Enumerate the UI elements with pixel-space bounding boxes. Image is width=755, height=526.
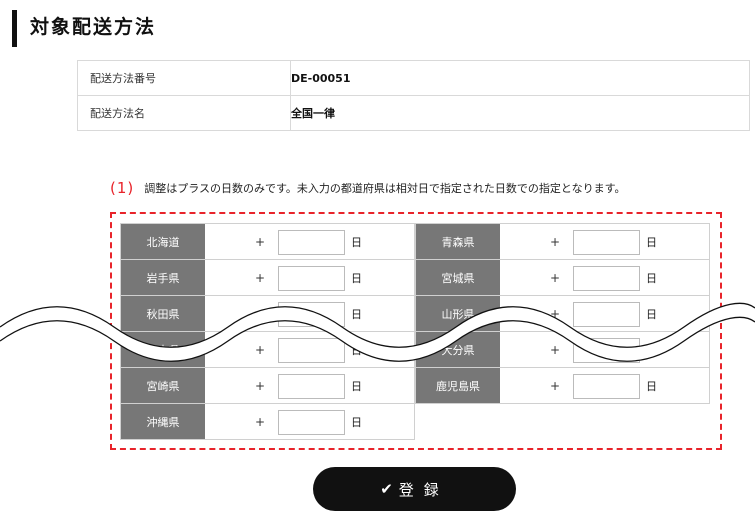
prefecture-name: 宮崎県 <box>121 368 205 403</box>
prefecture-row: 鹿児島県 + 日 <box>415 367 710 404</box>
table-row: 配送方法番号 DE-00051 <box>77 60 750 96</box>
prefecture-row: 宮崎県 + 日 <box>120 367 415 404</box>
plus-sign: + <box>550 234 561 249</box>
plus-sign: + <box>255 234 266 249</box>
days-input[interactable] <box>573 266 640 291</box>
delivery-method-name-label: 配送方法名 <box>77 95 291 131</box>
days-unit-label: 日 <box>646 235 657 249</box>
plus-sign: + <box>255 270 266 285</box>
plus-sign: + <box>550 378 561 393</box>
days-unit-label: 日 <box>351 415 362 429</box>
days-input[interactable] <box>278 266 345 291</box>
note-number: (1) <box>110 179 135 197</box>
prefecture-name: 岩手県 <box>121 260 205 295</box>
register-button[interactable]: ✔ 登録 <box>313 467 516 511</box>
note-text: 調整はプラスの日数のみです。未入力の都道府県は相対日で指定された日数での指定とな… <box>144 182 626 195</box>
prefecture-row: 岩手県 + 日 <box>120 259 415 296</box>
days-input[interactable] <box>573 374 640 399</box>
days-unit-label: 日 <box>646 271 657 285</box>
days-unit-label: 日 <box>646 379 657 393</box>
days-input[interactable] <box>278 410 345 435</box>
prefecture-name: 青森県 <box>416 224 500 259</box>
plus-sign: + <box>255 378 266 393</box>
prefecture-name: 宮城県 <box>416 260 500 295</box>
days-input[interactable] <box>278 230 345 255</box>
prefecture-row: 北海道 + 日 <box>120 223 415 260</box>
register-button-label: 登録 <box>398 480 449 499</box>
days-input[interactable] <box>278 374 345 399</box>
delivery-method-number-value: DE-00051 <box>290 60 750 96</box>
days-unit-label: 日 <box>351 271 362 285</box>
table-row: 配送方法名 全国一律 <box>77 95 750 131</box>
prefecture-name: 沖縄県 <box>121 404 205 439</box>
days-unit-label: 日 <box>351 379 362 393</box>
days-unit-label: 日 <box>351 235 362 249</box>
days-input[interactable] <box>573 230 640 255</box>
prefecture-row: 沖縄県 + 日 <box>120 403 415 440</box>
prefecture-name: 鹿児島県 <box>416 368 500 403</box>
prefecture-row: 青森県 + 日 <box>415 223 710 260</box>
prefecture-name: 北海道 <box>121 224 205 259</box>
delivery-method-number-label: 配送方法番号 <box>77 60 291 96</box>
title-accent-bar <box>12 10 17 47</box>
check-icon: ✔ <box>380 480 393 498</box>
page-title: 対象配送方法 <box>30 16 157 38</box>
plus-sign: + <box>255 414 266 429</box>
prefecture-row: 宮城県 + 日 <box>415 259 710 296</box>
delivery-method-info-table: 配送方法番号 DE-00051 配送方法名 全国一律 <box>77 60 750 131</box>
plus-sign: + <box>550 270 561 285</box>
adjustment-note: (1) 調整はプラスの日数のみです。未入力の都道府県は相対日で指定された日数での指… <box>110 179 626 197</box>
omission-wave-break <box>0 302 755 362</box>
delivery-method-name-value: 全国一律 <box>290 95 750 131</box>
